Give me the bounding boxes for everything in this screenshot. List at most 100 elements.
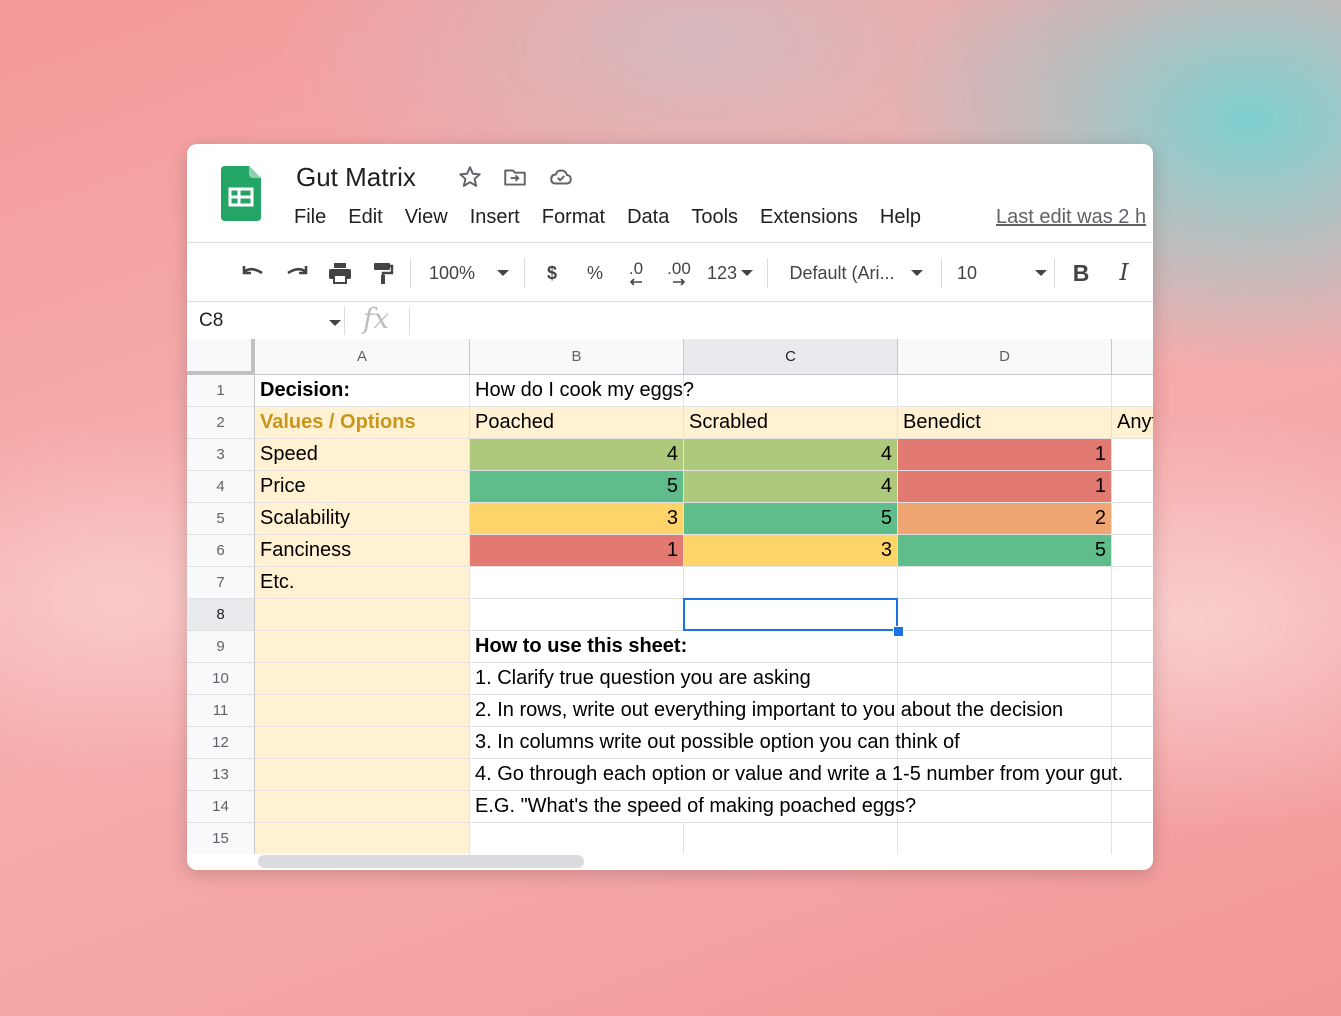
cell-e14[interactable] <box>1112 791 1153 823</box>
cell-e6[interactable] <box>1112 535 1153 567</box>
cell-a12[interactable] <box>255 727 470 759</box>
cell-c15[interactable] <box>684 823 898 854</box>
row-header-15[interactable]: 15 <box>187 823 255 854</box>
percent-format-button[interactable]: % <box>582 252 608 294</box>
paint-format-button[interactable] <box>367 252 399 294</box>
name-box[interactable]: C8 <box>199 310 223 332</box>
select-all-corner[interactable] <box>187 339 255 375</box>
cell-d8[interactable] <box>898 599 1112 631</box>
column-header-d[interactable]: D <box>898 339 1112 375</box>
horizontal-scrollbar[interactable] <box>258 855 584 868</box>
cell-a7[interactable]: Etc. <box>255 567 470 599</box>
cell-b4[interactable]: 5 <box>470 471 684 503</box>
cell-a15[interactable] <box>255 823 470 854</box>
cell-e15[interactable] <box>1112 823 1153 854</box>
row-header-1[interactable]: 1 <box>187 375 255 407</box>
row-header-8[interactable]: 8 <box>187 599 255 631</box>
menu-insert[interactable]: Insert <box>470 206 520 229</box>
cell-c4[interactable]: 4 <box>684 471 898 503</box>
bold-button[interactable]: B <box>1067 252 1095 294</box>
row-header-2[interactable]: 2 <box>187 407 255 439</box>
document-title[interactable]: Gut Matrix <box>296 162 416 193</box>
cell-c6[interactable]: 3 <box>684 535 898 567</box>
row-header-13[interactable]: 13 <box>187 759 255 791</box>
cell-b11[interactable]: 2. In rows, write out everything importa… <box>470 695 1063 727</box>
cell-e9[interactable] <box>1112 631 1153 663</box>
menu-tools[interactable]: Tools <box>691 206 738 229</box>
column-header-e[interactable] <box>1112 339 1153 375</box>
move-folder-icon[interactable] <box>502 164 528 190</box>
cell-b12[interactable]: 3. In columns write out possible option … <box>470 727 960 759</box>
cell-b5[interactable]: 3 <box>470 503 684 535</box>
menu-data[interactable]: Data <box>627 206 669 229</box>
row-header-4[interactable]: 4 <box>187 471 255 503</box>
row-header-11[interactable]: 11 <box>187 695 255 727</box>
menu-view[interactable]: View <box>405 206 448 229</box>
number-format-select[interactable]: 123 <box>705 252 755 294</box>
cell-b3[interactable]: 4 <box>470 439 684 471</box>
cell-b13[interactable]: 4. Go through each option or value and w… <box>470 759 1123 791</box>
cell-d3[interactable]: 1 <box>898 439 1112 471</box>
cell-d5[interactable]: 2 <box>898 503 1112 535</box>
cell-a14[interactable] <box>255 791 470 823</box>
cell-d6[interactable]: 5 <box>898 535 1112 567</box>
cell-a1[interactable]: Decision: <box>255 375 470 407</box>
cell-a9[interactable] <box>255 631 470 663</box>
cell-a11[interactable] <box>255 695 470 727</box>
print-button[interactable] <box>324 252 356 294</box>
menu-file[interactable]: File <box>294 206 326 229</box>
cell-d1[interactable] <box>898 375 1112 407</box>
cell-c1[interactable] <box>684 375 898 407</box>
row-header-12[interactable]: 12 <box>187 727 255 759</box>
spreadsheet-grid[interactable]: A B C D 1 2 3 4 5 6 7 8 9 10 11 12 13 14 15 Decision: How do… <box>187 339 1153 854</box>
cell-d2[interactable]: Benedict <box>898 407 1112 439</box>
cell-e11[interactable] <box>1112 695 1153 727</box>
cell-b7[interactable] <box>470 567 684 599</box>
increase-decimal-button[interactable]: .00 <box>661 252 697 294</box>
row-header-7[interactable]: 7 <box>187 567 255 599</box>
cell-c2[interactable]: Scrabled <box>684 407 898 439</box>
cell-e10[interactable] <box>1112 663 1153 695</box>
cell-b9[interactable]: How to use this sheet: <box>470 631 687 663</box>
decrease-decimal-button[interactable]: .0 <box>620 252 652 294</box>
cell-d15[interactable] <box>898 823 1112 854</box>
cell-d4[interactable]: 1 <box>898 471 1112 503</box>
cell-a8[interactable] <box>255 599 470 631</box>
cell-d7[interactable] <box>898 567 1112 599</box>
row-header-14[interactable]: 14 <box>187 791 255 823</box>
cell-b1[interactable]: How do I cook my eggs? <box>470 375 694 407</box>
column-header-a[interactable]: A <box>255 339 470 375</box>
undo-button[interactable] <box>237 252 269 294</box>
cell-b2[interactable]: Poached <box>470 407 684 439</box>
cell-c7[interactable] <box>684 567 898 599</box>
cell-c9[interactable] <box>684 631 898 663</box>
cell-e7[interactable] <box>1112 567 1153 599</box>
italic-button[interactable]: I <box>1110 252 1138 294</box>
cell-e3[interactable] <box>1112 439 1153 471</box>
cell-a13[interactable] <box>255 759 470 791</box>
cloud-saved-icon[interactable] <box>548 164 574 190</box>
currency-format-button[interactable]: $ <box>539 252 565 294</box>
row-header-9[interactable]: 9 <box>187 631 255 663</box>
cell-d10[interactable] <box>898 663 1112 695</box>
cell-b6[interactable]: 1 <box>470 535 684 567</box>
menu-help[interactable]: Help <box>880 206 921 229</box>
cell-d9[interactable] <box>898 631 1112 663</box>
cell-a2[interactable]: Values / Options <box>255 407 470 439</box>
column-header-b[interactable]: B <box>470 339 684 375</box>
cell-a5[interactable]: Scalability <box>255 503 470 535</box>
menu-extensions[interactable]: Extensions <box>760 206 858 229</box>
cell-a10[interactable] <box>255 663 470 695</box>
star-icon[interactable] <box>457 164 483 190</box>
cell-e5[interactable] <box>1112 503 1153 535</box>
row-header-3[interactable]: 3 <box>187 439 255 471</box>
cell-d14[interactable] <box>898 791 1112 823</box>
google-sheets-logo-icon[interactable] <box>221 166 261 221</box>
chevron-down-icon[interactable] <box>329 320 341 326</box>
cell-b8[interactable] <box>470 599 684 631</box>
cell-a3[interactable]: Speed <box>255 439 470 471</box>
menu-edit[interactable]: Edit <box>348 206 382 229</box>
cell-e12[interactable] <box>1112 727 1153 759</box>
column-header-c[interactable]: C <box>684 339 898 375</box>
cell-c3[interactable]: 4 <box>684 439 898 471</box>
